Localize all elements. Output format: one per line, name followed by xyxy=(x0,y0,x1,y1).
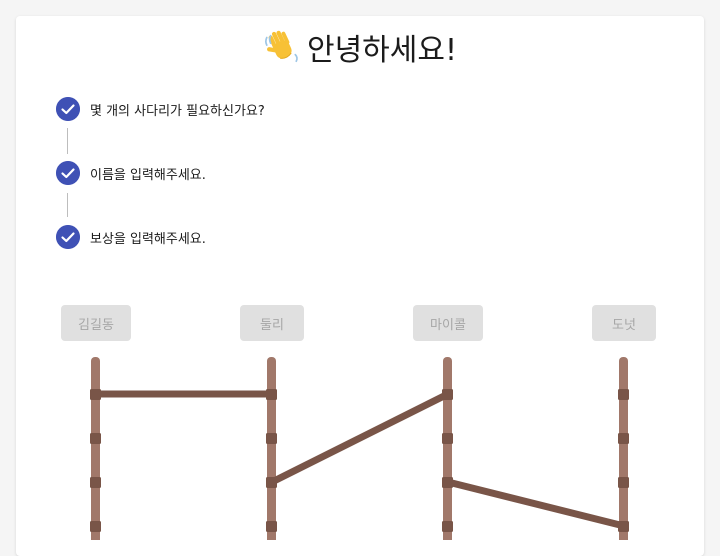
ladder-rung[interactable] xyxy=(618,433,629,444)
ladder-rung[interactable] xyxy=(442,389,453,400)
ladder-bridge xyxy=(444,478,628,530)
main-card: 안녕하세요! 몇 개의 사다리가 필요하신가요? 이름을 입력해주세요. 보상을… xyxy=(16,16,704,556)
ladder-rung[interactable] xyxy=(266,433,277,444)
ladder-rung[interactable] xyxy=(618,521,629,532)
ladder-rails xyxy=(91,357,628,540)
ladder-rung[interactable] xyxy=(442,477,453,488)
ladder-rung[interactable] xyxy=(442,521,453,532)
ladder-rung[interactable] xyxy=(90,433,101,444)
ladder-rung[interactable] xyxy=(266,389,277,400)
ladder-bridge xyxy=(268,390,452,486)
ladder-rung[interactable] xyxy=(266,521,277,532)
ladder-rung[interactable] xyxy=(618,389,629,400)
ladder-bridges xyxy=(92,390,628,530)
ladder-rung[interactable] xyxy=(266,477,277,488)
ladder-rung[interactable] xyxy=(90,477,101,488)
ladder-rung[interactable] xyxy=(90,389,101,400)
ladder-board xyxy=(90,357,629,540)
ladder-rung[interactable] xyxy=(442,433,453,444)
ladder-rung[interactable] xyxy=(90,521,101,532)
ladder-rail xyxy=(91,357,100,540)
ladder-rail xyxy=(267,357,276,540)
ladder-rail xyxy=(443,357,452,540)
ladder-rung[interactable] xyxy=(618,477,629,488)
ladder-rail xyxy=(619,357,628,540)
